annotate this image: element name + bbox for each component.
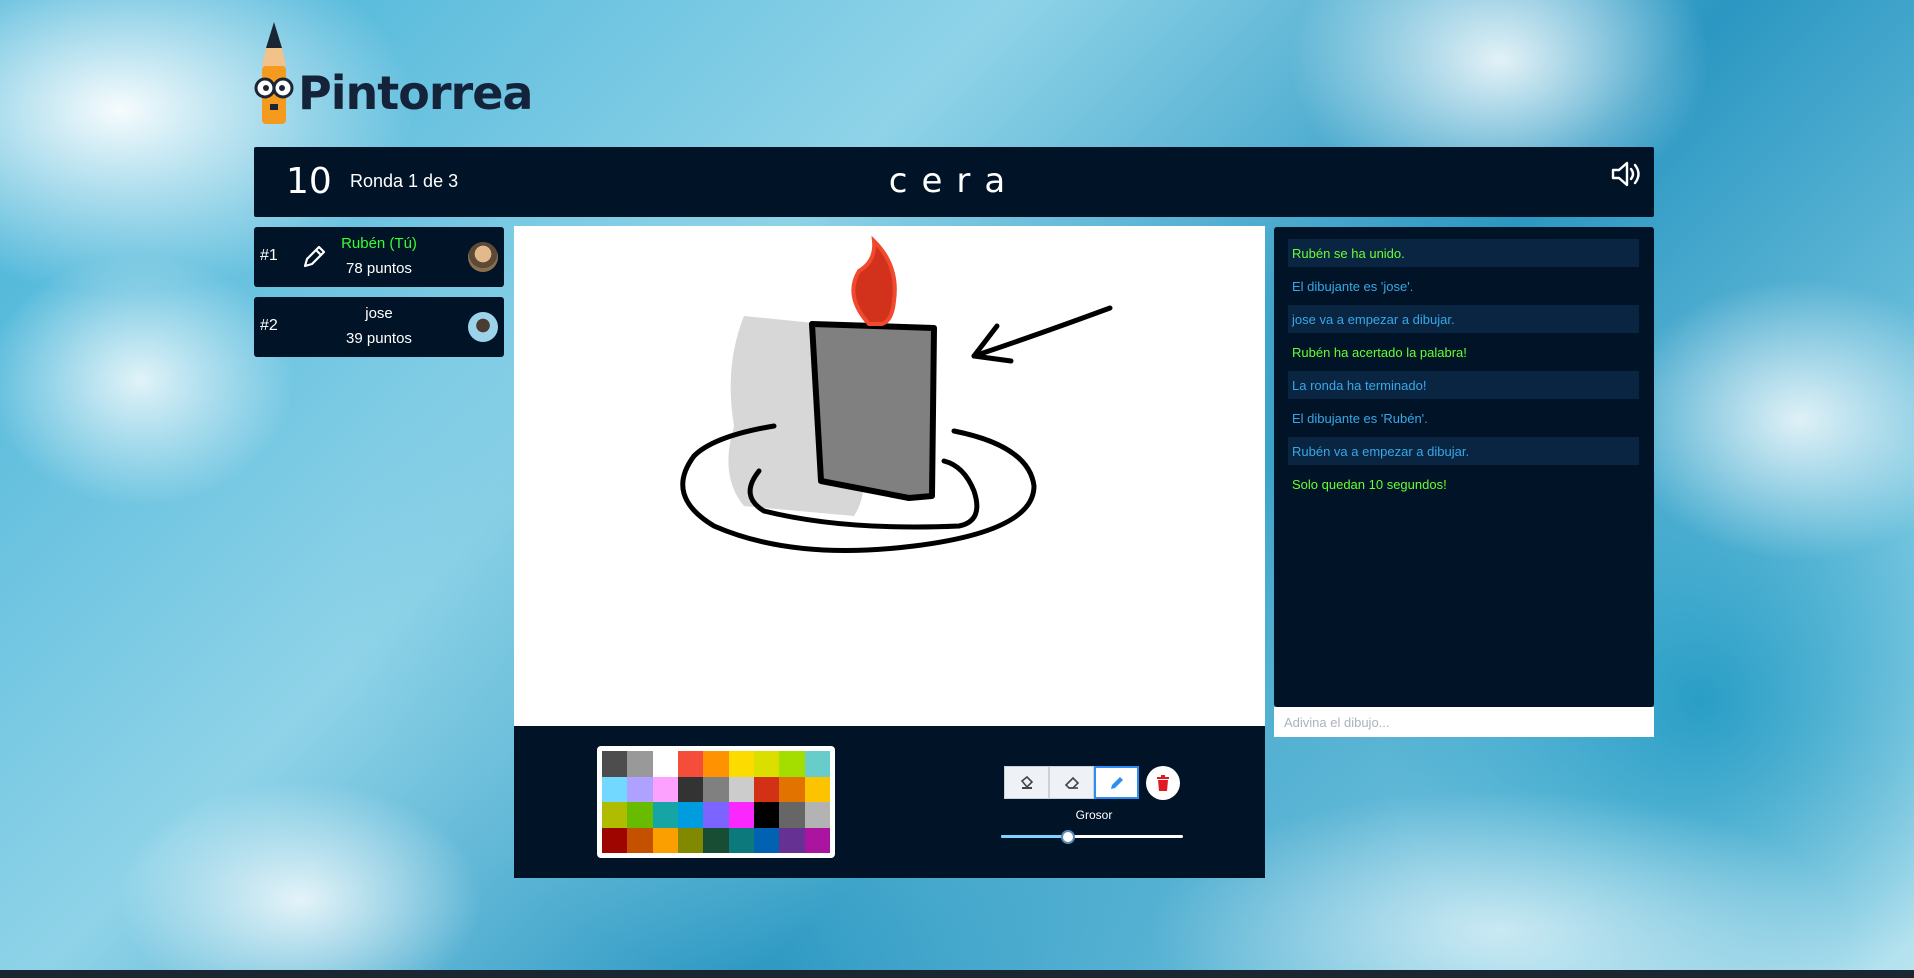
guess-input[interactable] [1274, 707, 1654, 737]
color-swatch[interactable] [678, 776, 704, 802]
color-swatch[interactable] [602, 827, 628, 853]
color-swatch[interactable] [627, 827, 653, 853]
avatar [468, 312, 498, 342]
color-swatch[interactable] [678, 827, 704, 853]
color-swatch[interactable] [703, 802, 729, 828]
color-swatch[interactable] [602, 802, 628, 828]
chat-message: Rubén va a empezar a dibujar. [1288, 437, 1639, 465]
chat-message: El dibujante es 'Rubén'. [1292, 411, 1428, 426]
tool-group [1004, 766, 1139, 799]
color-swatch[interactable] [627, 751, 653, 777]
chat-message: jose va a empezar a dibujar. [1288, 305, 1639, 333]
candle-drawing [680, 235, 1113, 553]
drawing-canvas[interactable] [514, 226, 1265, 726]
color-swatch[interactable] [652, 802, 678, 828]
color-swatch[interactable] [728, 776, 754, 802]
chat-message: La ronda ha terminado! [1288, 371, 1639, 399]
color-swatch[interactable] [703, 751, 729, 777]
color-swatch[interactable] [754, 802, 780, 828]
bucket-icon [1020, 775, 1033, 789]
speaker-icon [1611, 161, 1640, 187]
brush-size-label: Grosor [1075, 808, 1113, 822]
player-name: Rubén (Tú) [341, 235, 417, 252]
color-swatch[interactable] [728, 802, 754, 828]
color-swatch[interactable] [627, 802, 653, 828]
brush-size-slider[interactable] [1001, 830, 1183, 844]
eraser-icon [1064, 776, 1079, 789]
color-swatch[interactable] [728, 751, 754, 777]
color-swatch[interactable] [652, 751, 678, 777]
pencil-mascot-logo [254, 22, 294, 124]
color-palette [597, 746, 835, 858]
sound-toggle-button[interactable] [1610, 159, 1644, 189]
eraser-tool-button[interactable] [1049, 766, 1094, 799]
chat-message: Solo quedan 10 segundos! [1292, 477, 1447, 492]
player-points: 39 puntos [346, 330, 412, 347]
color-swatch[interactable] [804, 751, 830, 777]
color-swatch[interactable] [703, 776, 729, 802]
color-swatch[interactable] [627, 776, 653, 802]
player-card: #2 jose 39 puntos [254, 297, 504, 357]
color-swatch[interactable] [779, 751, 805, 777]
color-swatch[interactable] [602, 776, 628, 802]
color-swatch[interactable] [804, 776, 830, 802]
pencil-icon [1110, 776, 1123, 789]
color-swatch[interactable] [754, 751, 780, 777]
color-swatch[interactable] [754, 827, 780, 853]
current-word: cera [888, 161, 1020, 201]
color-swatch[interactable] [602, 751, 628, 777]
color-swatch[interactable] [779, 827, 805, 853]
color-swatch[interactable] [728, 827, 754, 853]
color-swatch[interactable] [678, 751, 704, 777]
color-swatch[interactable] [754, 776, 780, 802]
player-name: jose [365, 305, 393, 322]
logo: Pintorrea [252, 22, 533, 130]
color-swatch[interactable] [804, 802, 830, 828]
color-swatch[interactable] [779, 802, 805, 828]
chat-panel: Rubén se ha unido. El dibujante es 'jose'… [1274, 227, 1654, 707]
drawing-toolbar: Grosor [514, 726, 1265, 878]
color-swatch[interactable] [804, 827, 830, 853]
pencil-tool-button[interactable] [1094, 766, 1139, 799]
color-swatch[interactable] [678, 802, 704, 828]
chat-message: El dibujante es 'jose'. [1292, 279, 1414, 294]
chat-message: Rubén se ha unido. [1288, 239, 1639, 267]
color-swatch[interactable] [703, 827, 729, 853]
color-swatch[interactable] [652, 776, 678, 802]
color-swatch[interactable] [652, 827, 678, 853]
bottom-strip [0, 970, 1914, 978]
player-points: 78 puntos [346, 260, 412, 277]
game-header: 10 Ronda 1 de 3 cera [254, 147, 1654, 217]
bucket-tool-button[interactable] [1004, 766, 1049, 799]
chat-message: Rubén ha acertado la palabra! [1292, 345, 1467, 360]
logo-text: Pintorrea [298, 66, 533, 120]
slider-knob[interactable] [1061, 830, 1076, 844]
trash-icon [1157, 775, 1169, 791]
player-card: #1 Rubén (Tú) 78 puntos [254, 227, 504, 287]
clear-canvas-button[interactable] [1146, 766, 1180, 800]
slider-fill [1001, 835, 1069, 838]
avatar [468, 242, 498, 272]
color-swatch[interactable] [779, 776, 805, 802]
